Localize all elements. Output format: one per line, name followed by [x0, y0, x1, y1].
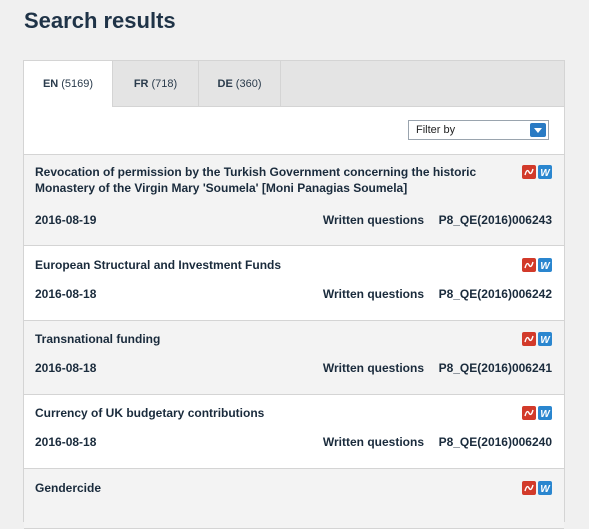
result-meta: 2016-08-19 Written questions P8_QE(2016)…: [35, 213, 552, 227]
tab-fr-count: (718): [151, 77, 178, 90]
pdf-icon[interactable]: [522, 481, 536, 495]
tab-en-count: (5169): [61, 78, 94, 90]
result-type: Written questions: [322, 213, 424, 227]
result-reference: P8_QE(2016)006242: [438, 287, 552, 301]
result-meta: 2016-08-18 Written questions P8_QE(2016)…: [35, 287, 552, 301]
filter-select-label: Filter by: [416, 124, 456, 136]
svg-text:W: W: [540, 484, 551, 495]
svg-text:W: W: [540, 168, 551, 179]
tab-de-count: (360): [235, 77, 262, 90]
download-icons: W: [522, 481, 552, 495]
result-item: European Structural and Investment Funds…: [24, 246, 564, 321]
word-icon[interactable]: W: [538, 332, 552, 346]
result-date: 2016-08-18: [35, 361, 97, 375]
svg-text:W: W: [540, 261, 551, 272]
result-title[interactable]: Gendercide: [35, 480, 495, 496]
result-type: Written questions: [322, 287, 424, 301]
tab-en-label: EN: [42, 78, 59, 90]
word-icon[interactable]: W: [538, 481, 552, 495]
result-reference: P8_QE(2016)006240: [438, 435, 552, 449]
chevron-down-icon[interactable]: [530, 123, 546, 137]
result-item: Currency of UK budgetary contributions W…: [24, 395, 564, 469]
result-title[interactable]: Revocation of permission by the Turkish …: [35, 164, 495, 196]
tab-de-label: DE: [217, 77, 233, 90]
results-panel: EN (5169) FR (718) DE (360) Filter by Re…: [23, 60, 565, 529]
result-title[interactable]: Transnational funding: [35, 331, 495, 347]
result-date: 2016-08-18: [35, 287, 97, 301]
download-icons: W: [522, 332, 552, 346]
pdf-icon[interactable]: [522, 406, 536, 420]
result-item: Revocation of permission by the Turkish …: [24, 155, 564, 246]
pdf-icon[interactable]: [522, 165, 536, 179]
result-type: Written questions: [322, 361, 424, 375]
tab-fr-label: FR: [133, 77, 149, 90]
svg-text:W: W: [540, 409, 551, 420]
word-icon[interactable]: W: [538, 258, 552, 272]
language-tabs: EN (5169) FR (718) DE (360): [24, 61, 564, 107]
tab-fr[interactable]: FR (718): [113, 61, 199, 106]
result-date: 2016-08-18: [35, 435, 97, 449]
download-icons: W: [522, 406, 552, 420]
result-meta: 2016-08-18 Written questions P8_QE(2016)…: [35, 361, 552, 375]
result-title[interactable]: Currency of UK budgetary contributions: [35, 405, 495, 421]
result-title[interactable]: European Structural and Investment Funds: [35, 257, 495, 273]
download-icons: W: [522, 258, 552, 272]
result-reference: P8_QE(2016)006243: [438, 213, 552, 227]
result-type: Written questions: [322, 435, 424, 449]
tab-en[interactable]: EN (5169): [24, 61, 113, 107]
tab-de[interactable]: DE (360): [199, 61, 281, 106]
word-icon[interactable]: W: [538, 406, 552, 420]
result-item: Transnational funding W 2016-08-18 Writt…: [24, 321, 564, 395]
pdf-icon[interactable]: [522, 332, 536, 346]
word-icon[interactable]: W: [538, 165, 552, 179]
page-title: Search results: [24, 8, 176, 33]
result-reference: P8_QE(2016)006241: [438, 361, 552, 375]
filter-bar: Filter by: [24, 107, 564, 155]
result-meta: 2016-08-18 Written questions P8_QE(2016)…: [35, 435, 552, 449]
download-icons: W: [522, 165, 552, 179]
result-item: Gendercide W: [24, 469, 564, 529]
filter-select[interactable]: Filter by: [408, 120, 549, 140]
result-date: 2016-08-19: [35, 213, 97, 227]
pdf-icon[interactable]: [522, 258, 536, 272]
svg-text:W: W: [540, 335, 551, 346]
